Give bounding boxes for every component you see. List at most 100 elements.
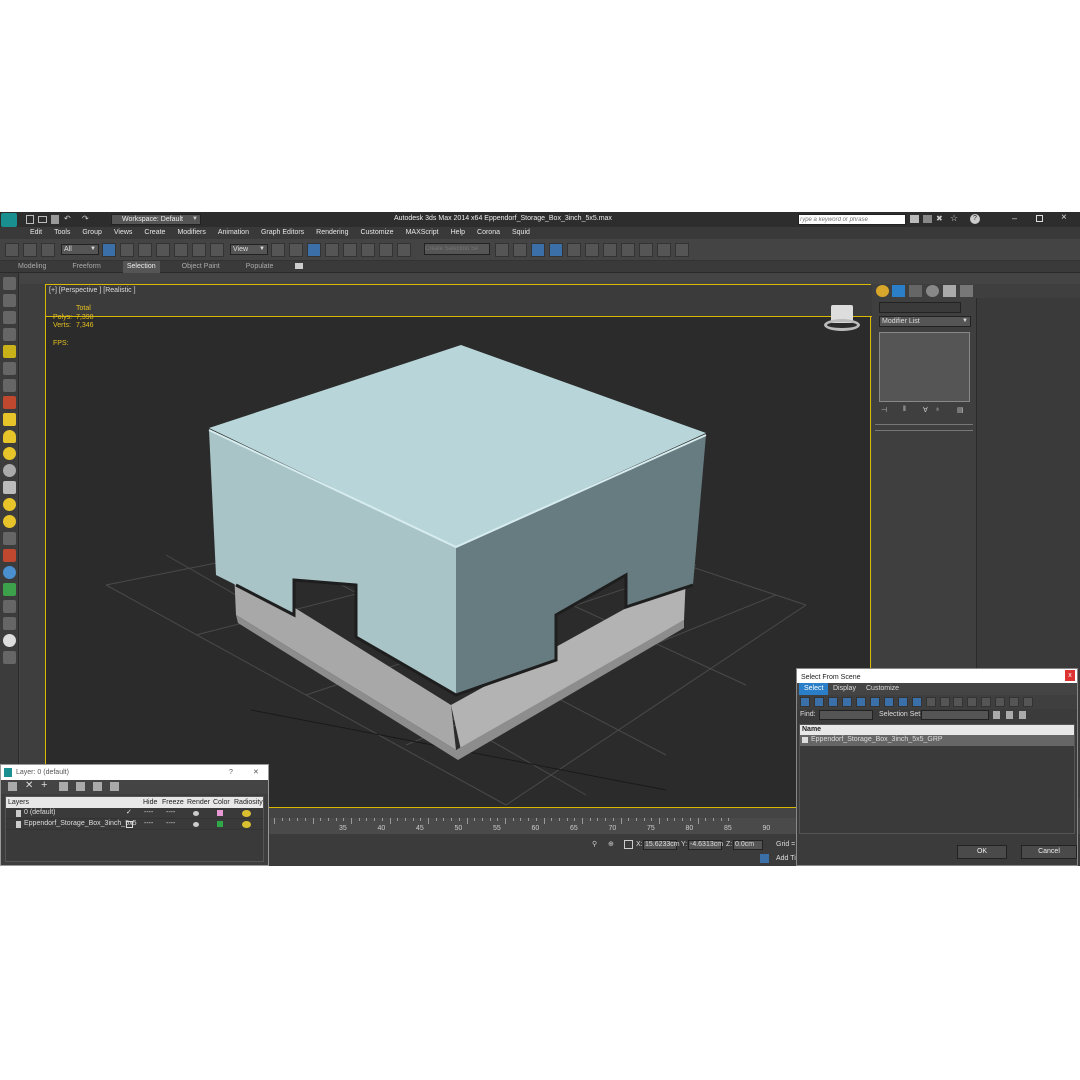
bind-spacewarp-icon[interactable] — [40, 243, 55, 257]
x-coordinate-field[interactable]: 15.6233cm — [643, 840, 680, 850]
pin-stack-icon[interactable]: ⊣ — [881, 406, 887, 414]
menu-item-animation[interactable]: Animation — [218, 227, 249, 239]
remove-modifier-icon[interactable]: ♁ — [935, 406, 940, 413]
edit-named-selection-icon[interactable] — [396, 243, 411, 257]
modifier-stack[interactable] — [879, 332, 970, 402]
spacewarp-icon[interactable] — [3, 532, 16, 545]
menu-item-create[interactable]: Create — [144, 227, 165, 239]
delete-layer-icon[interactable]: ✕ — [25, 780, 33, 791]
col-layers[interactable]: Layers — [8, 799, 29, 806]
select-all-icon[interactable] — [967, 697, 978, 707]
undo-icon[interactable]: ↶ — [64, 214, 71, 223]
schematic-view-icon[interactable] — [602, 243, 617, 257]
add-to-layer-icon[interactable] — [59, 782, 68, 791]
display-all-icon[interactable] — [925, 697, 936, 707]
layer-freeze[interactable]: ---- — [166, 820, 175, 827]
filter-bones-icon[interactable] — [911, 697, 922, 707]
create-tab-icon[interactable] — [876, 285, 889, 297]
sphere-primitive-icon[interactable] — [3, 447, 16, 460]
col-hide[interactable]: Hide — [143, 799, 157, 806]
teapot-icon[interactable] — [3, 515, 16, 528]
hierarchy-tab-icon[interactable] — [909, 285, 922, 297]
select-in-layer-icon[interactable] — [76, 782, 85, 791]
link-icon[interactable] — [5, 243, 19, 257]
close-icon[interactable]: × — [1061, 212, 1067, 223]
perspective-viewport[interactable]: [+] [Perspective ] [Realistic ] Total Po… — [45, 284, 872, 808]
filter-geometry-icon[interactable] — [800, 697, 810, 707]
cancel-button[interactable]: Cancel — [1021, 845, 1077, 859]
torus-primitive-icon[interactable] — [3, 464, 16, 477]
scene-explorer-toggle-icon[interactable] — [3, 294, 16, 307]
viewcube[interactable] — [824, 305, 862, 335]
display-none-icon[interactable] — [939, 697, 950, 707]
tab-select[interactable]: Select — [799, 683, 829, 695]
close-button[interactable]: x — [1065, 670, 1075, 681]
select-object-icon[interactable] — [102, 243, 116, 257]
grid-icon[interactable] — [3, 328, 16, 341]
find-input[interactable] — [819, 710, 873, 720]
ribbon-tab-selection[interactable]: Selection — [122, 261, 160, 273]
menu-item-help[interactable]: Help — [451, 227, 465, 239]
help-icon[interactable]: ? — [970, 214, 980, 224]
add-time-tag[interactable]: Add Ti — [760, 854, 800, 864]
select-manipulate-icon[interactable] — [288, 243, 303, 257]
radiosity-icon[interactable] — [242, 810, 251, 817]
menu-item-squid[interactable]: Squid — [512, 227, 530, 239]
col-render[interactable]: Render — [187, 799, 210, 806]
highlight-layer-icon[interactable] — [93, 782, 102, 791]
app-logo[interactable] — [1, 213, 17, 227]
layer-settings-icon[interactable] — [8, 782, 17, 791]
menu-item-group[interactable]: Group — [82, 227, 101, 239]
globe-icon[interactable] — [3, 566, 16, 579]
layer-hide[interactable]: ---- — [144, 820, 153, 827]
tab-display[interactable]: Display — [833, 683, 856, 695]
active-layer-icon[interactable] — [126, 821, 133, 828]
binoculars-icon[interactable] — [910, 215, 919, 223]
isolate-icon[interactable] — [3, 311, 16, 324]
menu-item-corona[interactable]: Corona — [477, 227, 500, 239]
sun-icon[interactable] — [3, 498, 16, 511]
pivot-icon[interactable] — [271, 243, 285, 257]
hierarchy-icon[interactable] — [1009, 697, 1020, 707]
selection-set-add-icon[interactable] — [1006, 711, 1013, 719]
absolute-mode-icon[interactable] — [624, 840, 633, 849]
rectangle-region-icon[interactable] — [137, 243, 152, 257]
radiosity-icon[interactable] — [242, 821, 251, 828]
move-icon[interactable] — [173, 243, 188, 257]
layer-name[interactable]: Eppendorf_Storage_Box_3inch_5x5 — [24, 820, 136, 827]
pyramid-primitive-icon[interactable] — [3, 481, 16, 494]
sphere-white-icon[interactable] — [3, 634, 16, 647]
spinner-snap-icon[interactable] — [378, 243, 393, 257]
layer-freeze[interactable]: ---- — [166, 809, 175, 816]
filter-spacewarps-icon[interactable] — [869, 697, 880, 707]
hide-layers-icon[interactable] — [110, 782, 119, 791]
check-icon[interactable]: ✓ — [126, 808, 132, 816]
lock-selection-icon[interactable]: ⊕ — [608, 840, 614, 848]
filter-xrefs-icon[interactable] — [897, 697, 908, 707]
star-icon[interactable]: ☆ — [950, 213, 958, 224]
rendered-frame-icon[interactable] — [656, 243, 671, 257]
menu-item-modifiers[interactable]: Modifiers — [177, 227, 205, 239]
layer-name[interactable]: 0 (default) — [24, 809, 56, 816]
menu-item-views[interactable]: Views — [114, 227, 133, 239]
cone-primitive-icon[interactable] — [3, 430, 16, 443]
display-icon[interactable] — [3, 396, 16, 409]
help-button[interactable]: ? — [229, 766, 233, 779]
col-color[interactable]: Color — [213, 799, 230, 806]
unlink-icon[interactable] — [22, 243, 37, 257]
render-teapot-icon[interactable] — [193, 811, 199, 816]
object-name-field[interactable] — [879, 302, 961, 313]
freeze-icon[interactable] — [3, 362, 16, 375]
named-selection-set-input[interactable] — [424, 243, 490, 255]
render-teapot-icon[interactable] — [193, 822, 199, 827]
tab-customize[interactable]: Customize — [866, 683, 899, 695]
layer-dialog-titlebar[interactable]: Layer: 0 (default) ? ✕ — [1, 765, 268, 780]
sort-icon[interactable] — [1023, 697, 1034, 707]
ribbon-tab-object-paint[interactable]: Object Paint — [178, 261, 224, 273]
table-row[interactable]: Eppendorf_Storage_Box_3inch_5x5 ---- ---… — [6, 819, 263, 830]
show-end-result-icon[interactable]: ‖ — [903, 406, 906, 413]
maximize-icon[interactable] — [1036, 215, 1043, 222]
menu-item-maxscript[interactable]: MAXScript — [406, 227, 439, 239]
filter-cameras-icon[interactable] — [841, 697, 852, 707]
selection-set-dropdown[interactable] — [921, 710, 989, 720]
